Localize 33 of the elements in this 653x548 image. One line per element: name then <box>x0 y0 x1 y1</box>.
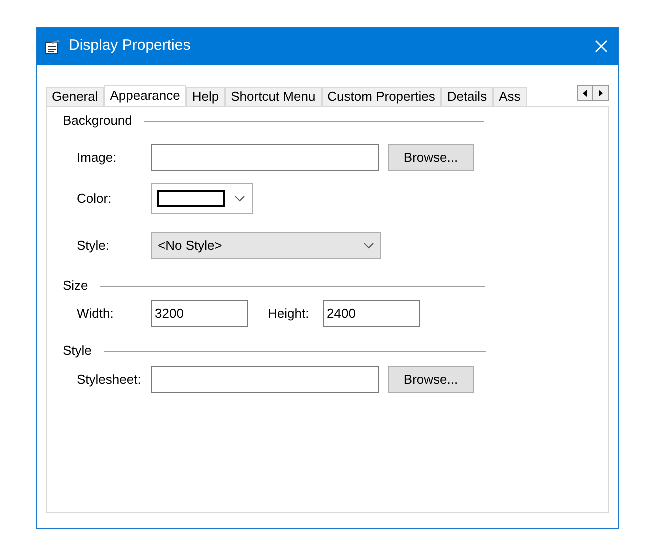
tab[interactable]: Help <box>186 87 226 106</box>
color-picker[interactable] <box>151 183 253 214</box>
right-arrow-icon <box>598 90 602 96</box>
tab[interactable]: Ass <box>493 87 527 106</box>
browse-button[interactable]: Browse... <box>388 366 474 393</box>
tab[interactable]: Custom Properties <box>322 87 442 106</box>
chevron-down-icon <box>364 242 374 248</box>
stylesheet-field[interactable] <box>151 366 379 393</box>
scroll-left-button[interactable] <box>577 85 593 101</box>
image-field[interactable] <box>151 144 379 171</box>
field-label: Height: <box>268 304 310 323</box>
left-arrow-icon <box>583 90 587 96</box>
tab[interactable]: General <box>46 87 104 106</box>
field-label: Width: <box>77 304 115 323</box>
chevron-down-icon <box>235 196 245 202</box>
window-title: Display Properties <box>69 36 191 56</box>
browse-button[interactable]: Browse... <box>388 144 474 171</box>
section-heading: Size <box>63 277 88 296</box>
tab[interactable]: Details <box>441 87 494 106</box>
height-field[interactable]: 2400 <box>323 300 420 327</box>
close-icon[interactable] <box>595 40 608 53</box>
width-field[interactable]: 3200 <box>151 300 248 327</box>
tab[interactable]: Appearance <box>104 85 186 106</box>
field-label: Color: <box>77 190 113 208</box>
scroll-right-button[interactable] <box>593 85 609 101</box>
field-label: Image: <box>77 148 118 167</box>
field-label: Style: <box>77 236 111 255</box>
style-dropdown[interactable]: <No Style> <box>151 232 381 259</box>
section-heading: Background <box>63 112 132 130</box>
tab[interactable]: Shortcut Menu <box>225 87 322 106</box>
section-heading: Style <box>63 342 92 360</box>
properties-icon <box>45 38 61 54</box>
field-label: Stylesheet: <box>77 370 142 389</box>
